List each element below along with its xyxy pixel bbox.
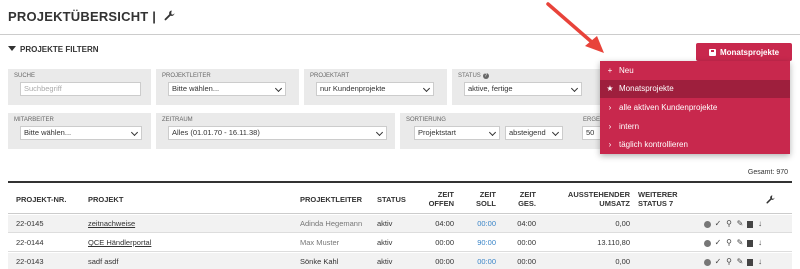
trash-icon[interactable] bbox=[747, 239, 753, 247]
pencil-icon[interactable]: ✎ bbox=[736, 239, 744, 247]
plus-icon: + bbox=[607, 65, 613, 75]
dropdown-item-intern[interactable]: › intern bbox=[600, 117, 790, 136]
projektart-select[interactable]: nur Kundenprojekte bbox=[316, 82, 434, 96]
filter-panel-projektart: PROJEKTART nur Kundenprojekte bbox=[304, 69, 447, 105]
trash-icon[interactable] bbox=[747, 220, 753, 228]
table-header: PROJEKT-NR. PROJEKT PROJEKTLEITER STATUS… bbox=[8, 184, 792, 214]
project-link[interactable]: zeitnachweise bbox=[88, 215, 135, 233]
trash-icon[interactable] bbox=[747, 258, 753, 266]
row-actions: ✓ ⚲ ✎ ↓ bbox=[704, 237, 764, 249]
th-weiterer-status[interactable]: WEITERER STATUS 7 bbox=[638, 184, 678, 214]
zeitraum-select[interactable]: Alles (01.01.70 - 16.11.38) bbox=[168, 126, 387, 140]
projektleiter-select[interactable]: Bitte wählen... bbox=[168, 82, 286, 96]
chevron-right-icon: › bbox=[608, 140, 612, 150]
th-umsatz[interactable]: AUSSTEHENDER UMSATZ bbox=[548, 184, 630, 214]
table-row[interactable]: 22-0143 sadf asdf Sönke Kahl aktiv 00:00… bbox=[8, 253, 792, 269]
filter-panel-status: STATUS? aktive, fertige bbox=[452, 69, 600, 105]
th-projekt-nr[interactable]: PROJEKT-NR. bbox=[16, 184, 66, 214]
arrow-down-icon[interactable]: ↓ bbox=[756, 258, 764, 266]
project-link[interactable]: QCE Händlerportal bbox=[88, 234, 151, 252]
table-row[interactable]: 22-0145 zeitnachweise Adinda Hegemann ak… bbox=[8, 215, 792, 233]
clock-icon[interactable] bbox=[704, 258, 711, 266]
filter-toggle[interactable]: PROJEKTE FILTERN bbox=[8, 45, 99, 54]
search-icon[interactable]: ⚲ bbox=[725, 258, 733, 266]
pencil-icon[interactable]: ✎ bbox=[736, 220, 744, 228]
filter-panel-mitarbeiter: MITARBEITER Bitte wählen... bbox=[8, 113, 151, 149]
chevron-down-icon bbox=[551, 128, 560, 137]
search-icon[interactable]: ⚲ bbox=[725, 220, 733, 228]
filter-panel-suche: SUCHE Suchbegriff bbox=[8, 69, 151, 105]
arrow-down-icon[interactable]: ↓ bbox=[756, 220, 764, 228]
monatsprojekte-dropdown: + Neu ★ Monatsprojekte › alle aktiven Kunde… bbox=[600, 61, 790, 154]
title-divider bbox=[0, 34, 800, 35]
search-icon[interactable]: ⚲ bbox=[725, 239, 733, 247]
help-icon[interactable]: ? bbox=[482, 73, 489, 79]
th-zeit-ges[interactable]: ZEIT GES. bbox=[500, 184, 536, 214]
save-icon bbox=[708, 48, 716, 56]
chevron-down-icon bbox=[375, 128, 384, 137]
row-actions: ✓ ⚲ ✎ ↓ bbox=[704, 256, 764, 268]
sortierrichtung-select[interactable]: absteigend bbox=[505, 126, 563, 140]
dropdown-item-neu[interactable]: + Neu bbox=[600, 61, 790, 80]
search-input[interactable]: Suchbegriff bbox=[20, 82, 141, 96]
star-icon: ★ bbox=[606, 84, 614, 94]
filter-panel-sortierung: SORTIERUNG Projektstart absteigend bbox=[400, 113, 600, 149]
chevron-down-icon bbox=[274, 84, 283, 93]
project-link[interactable]: sadf asdf bbox=[88, 253, 118, 269]
chevron-right-icon: › bbox=[608, 121, 612, 131]
check-icon[interactable]: ✓ bbox=[714, 258, 722, 266]
th-status[interactable]: STATUS bbox=[377, 184, 406, 214]
triangle-down-icon bbox=[8, 46, 16, 51]
wrench-icon[interactable] bbox=[164, 10, 175, 24]
table-row[interactable]: 22-0144 QCE Händlerportal Max Muster akt… bbox=[8, 234, 792, 252]
page-title: PROJEKTÜBERSICHT | bbox=[8, 9, 175, 24]
mitarbeiter-select[interactable]: Bitte wählen... bbox=[20, 126, 142, 140]
th-zeit-soll[interactable]: ZEIT SOLL bbox=[460, 184, 496, 214]
total-count: Gesamt: 970 bbox=[747, 169, 788, 176]
check-icon[interactable]: ✓ bbox=[714, 220, 722, 228]
status-select[interactable]: aktive, fertige bbox=[464, 82, 582, 96]
check-icon[interactable]: ✓ bbox=[714, 239, 722, 247]
clock-icon[interactable] bbox=[704, 239, 711, 247]
dropdown-item-taeglich[interactable]: › täglich kontrollieren bbox=[600, 135, 790, 154]
chevron-down-icon bbox=[570, 84, 579, 93]
chevron-down-icon bbox=[130, 128, 139, 137]
chevron-down-icon bbox=[488, 128, 497, 137]
dropdown-item-kundenprojekte[interactable]: › alle aktiven Kundenprojekte bbox=[600, 98, 790, 117]
th-projekt[interactable]: PROJEKT bbox=[88, 184, 123, 214]
dropdown-item-monatsprojekte[interactable]: ★ Monatsprojekte bbox=[600, 79, 790, 99]
row-actions: ✓ ⚲ ✎ ↓ bbox=[704, 218, 764, 230]
arrow-down-icon[interactable]: ↓ bbox=[756, 239, 764, 247]
th-zeit-offen[interactable]: ZEIT OFFEN bbox=[418, 184, 454, 214]
monatsprojekte-button[interactable]: Monatsprojekte bbox=[696, 43, 792, 61]
filter-panel-projektleiter: PROJEKTLEITER Bitte wählen... bbox=[156, 69, 299, 105]
filter-panel-zeitraum: ZEITRAUM Alles (01.01.70 - 16.11.38) bbox=[156, 113, 395, 149]
pencil-icon[interactable]: ✎ bbox=[736, 258, 744, 266]
table-top-border bbox=[8, 181, 792, 183]
sortierung-select[interactable]: Projektstart bbox=[414, 126, 500, 140]
chevron-right-icon: › bbox=[608, 102, 612, 112]
clock-icon[interactable] bbox=[704, 220, 711, 228]
wrench-icon[interactable] bbox=[766, 184, 775, 214]
chevron-down-icon bbox=[422, 84, 431, 93]
th-projektleiter[interactable]: PROJEKTLEITER bbox=[300, 184, 362, 214]
